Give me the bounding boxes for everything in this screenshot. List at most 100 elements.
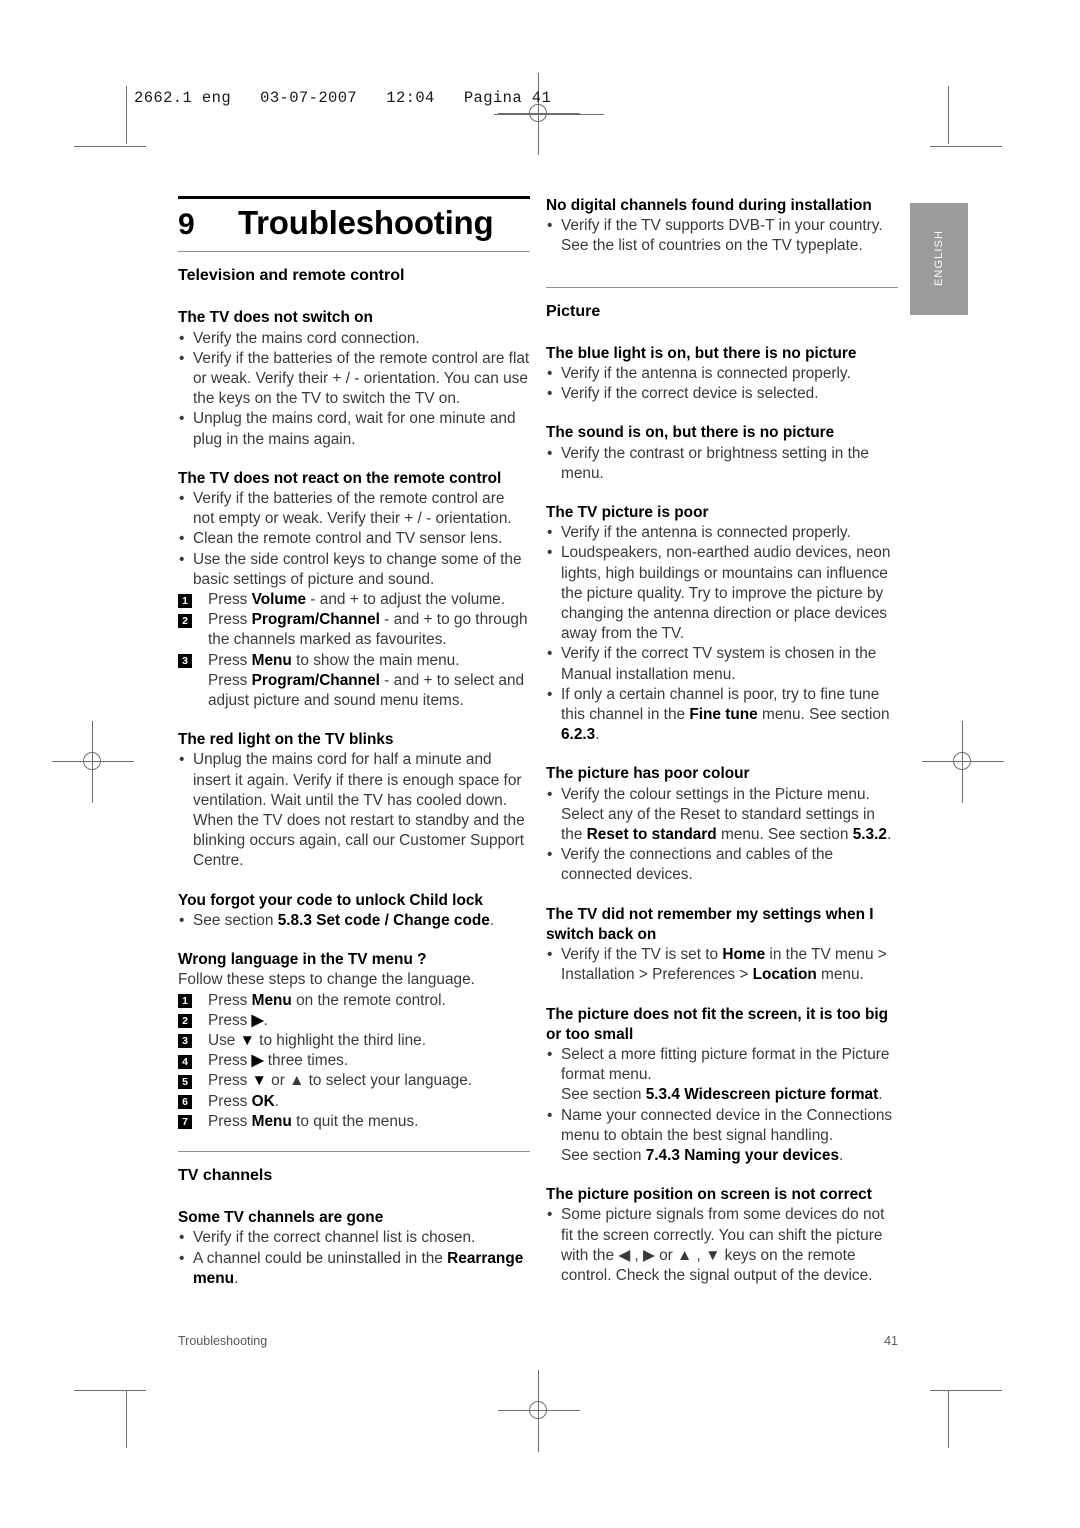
- list-item: Verify the connections and cables of the…: [546, 845, 898, 885]
- list-item: Some picture signals from some devices d…: [546, 1205, 898, 1286]
- list-item: 4 Press ▶ three times.: [178, 1051, 530, 1071]
- bullet-list: Some picture signals from some devices d…: [546, 1205, 898, 1286]
- block-blue-light-no-picture: The blue light is on, but there is no pi…: [546, 344, 898, 405]
- bullet-list: Verify if the TV supports DVB-T in your …: [546, 216, 898, 256]
- bullet-list: Verify if the correct channel list is ch…: [178, 1228, 530, 1289]
- subheading: The picture has poor colour: [546, 765, 750, 783]
- text-post: menu.: [816, 966, 864, 984]
- text-bold: 7.4.3 Naming your devices: [645, 1146, 840, 1164]
- manual-page: ENGLISH 9 Troubleshooting Television and…: [0, 0, 1080, 1528]
- list-item: Unplug the mains cord, wait for one minu…: [178, 409, 530, 449]
- step-text-post: on the remote control.: [291, 991, 446, 1009]
- block-red-light-blinks: The red light on the TV blinks Unplug th…: [178, 730, 530, 871]
- block-picture-has-poor-colour: The picture has poor colour Verify the c…: [546, 764, 898, 885]
- step-text-pre: Press: [208, 991, 252, 1009]
- list-item: Verify the mains cord connection.: [178, 329, 530, 349]
- language-thumb-tab: ENGLISH: [910, 203, 968, 315]
- text-bold: Reset to standard: [586, 826, 717, 844]
- subheading: The red light on the TV blinks: [178, 731, 394, 749]
- step-text-pre: Press: [208, 1072, 252, 1090]
- bullet-list: Verify the mains cord connection. Verify…: [178, 329, 530, 450]
- subheading: The picture position on screen is not co…: [546, 1186, 872, 1204]
- step-number-badge: 2: [178, 1014, 192, 1029]
- right-column: No digital channels found during install…: [546, 196, 898, 1286]
- subheading: The sound is on, but there is no picture: [546, 424, 835, 442]
- text-bold: Home: [722, 946, 766, 964]
- step-text-bold: Menu: [251, 651, 292, 669]
- subheading: The blue light is on, but there is no pi…: [546, 344, 857, 362]
- text-post: .: [839, 1146, 844, 1164]
- list-item: A channel could be uninstalled in the Re…: [178, 1249, 530, 1289]
- text-post: .: [595, 726, 600, 744]
- arrow-right-icon: ▶: [251, 1052, 264, 1070]
- section-rule-picture: [546, 286, 898, 288]
- text-bold-2: 5.3.2: [852, 826, 887, 844]
- step-text-post: .: [274, 1092, 279, 1110]
- text-pre: See section: [561, 1086, 646, 1104]
- list-item: Name your connected device in the Connec…: [546, 1106, 898, 1167]
- step-number-badge: 3: [178, 654, 192, 669]
- section-heading-television-and-remote-control: Television and remote control: [178, 267, 405, 285]
- list-item: See section 5.8.3 Set code / Change code…: [178, 911, 530, 931]
- list-item: 2 Press ▶.: [178, 1011, 530, 1031]
- text-post: .: [234, 1269, 239, 1287]
- step-number-badge: 5: [178, 1074, 192, 1089]
- bullet-list: Verify if the batteries of the remote co…: [178, 489, 530, 590]
- chapter-rule-top: [178, 196, 530, 199]
- step-list: 1 Press Menu on the remote control. 2 Pres…: [178, 991, 530, 1132]
- list-item: Verify if the antenna is connected prope…: [546, 364, 898, 384]
- step-number-badge: 4: [178, 1054, 192, 1069]
- block-tv-did-not-remember-settings: The TV did not remember my settings when…: [546, 905, 898, 986]
- list-item: Verify the colour settings in the Pictur…: [546, 785, 898, 846]
- section-heading-tv-channels: TV channels: [178, 1166, 273, 1184]
- list-item: Loudspeakers, non-earthed audio devices,…: [546, 543, 898, 644]
- list-item: 1 Press Volume - and + to adjust the volu…: [178, 590, 530, 610]
- step-number-badge: 2: [178, 613, 192, 628]
- text-bold: Fine tune: [689, 706, 758, 724]
- step-text-bold: Menu: [251, 991, 292, 1009]
- chapter-rule-bottom: [178, 251, 530, 253]
- text-pre: A channel could be uninstalled in the: [193, 1249, 448, 1267]
- step-text-pre: Press: [208, 591, 252, 609]
- text-mid: menu. See section: [716, 826, 853, 844]
- section-rule-tv-channels: [178, 1150, 530, 1152]
- step-text-post: to highlight the third line.: [254, 1031, 427, 1049]
- bullet-list: See section 5.8.3 Set code / Change code…: [178, 911, 530, 931]
- list-item: 3 Press Menu to show the main menu. Press …: [178, 651, 530, 712]
- step-text-post: - and + to adjust the volume.: [306, 591, 505, 609]
- step-text-pre: Press: [208, 1052, 252, 1070]
- text-mid: menu. See section: [757, 706, 890, 724]
- left-column: 9 Troubleshooting Television and remote …: [178, 196, 530, 1289]
- list-item: 3 Use ▼ to highlight the third line.: [178, 1031, 530, 1051]
- subheading: The TV does not switch on: [178, 309, 373, 327]
- list-item: Unplug the mains cord for half a minute …: [178, 750, 530, 871]
- list-item: Use the side control keys to change some…: [178, 550, 530, 590]
- footer-page-number: 41: [884, 1334, 898, 1348]
- bullet-list: Select a more fitting picture format in …: [546, 1045, 898, 1166]
- block-picture-does-not-fit-screen: The picture does not fit the screen, it …: [546, 1005, 898, 1167]
- list-item: 6 Press OK.: [178, 1092, 530, 1112]
- chapter-number: 9: [178, 208, 195, 241]
- subheading: The picture does not fit the screen, it …: [546, 1005, 889, 1043]
- step-number-badge: 1: [178, 994, 192, 1008]
- list-item: Verify if the batteries of the remote co…: [178, 349, 530, 410]
- bullet-list: Unplug the mains cord for half a minute …: [178, 750, 530, 871]
- block-tv-does-not-switch-on: The TV does not switch on Verify the mai…: [178, 308, 530, 449]
- text-post: .: [489, 911, 495, 929]
- step-text-pre: Press: [208, 1112, 252, 1130]
- subheading: No digital channels found during install…: [546, 197, 872, 214]
- bullet-list: Verify the colour settings in the Pictur…: [546, 785, 898, 886]
- list-item: Select a more fitting picture format in …: [546, 1045, 898, 1106]
- arrow-right-icon: ▶: [251, 1011, 264, 1029]
- block-wrong-language: Wrong language in the TV menu ? Follow t…: [178, 950, 530, 1132]
- step-number-badge: 6: [178, 1095, 192, 1110]
- subheading: The TV did not remember my settings when…: [546, 905, 874, 943]
- bullet-list: Verify the contrast or brightness settin…: [546, 444, 898, 484]
- footer-chapter-label: Troubleshooting: [178, 1334, 268, 1348]
- step-text-pre: Press: [208, 1092, 252, 1110]
- page-title: 9 Troubleshooting: [178, 206, 530, 241]
- step-text-bold: Menu: [251, 1112, 292, 1130]
- text-bold: 5.8.3 Set code / Change code: [277, 911, 490, 929]
- text-post: .: [886, 826, 892, 844]
- block-picture-position-not-correct: The picture position on screen is not co…: [546, 1185, 898, 1286]
